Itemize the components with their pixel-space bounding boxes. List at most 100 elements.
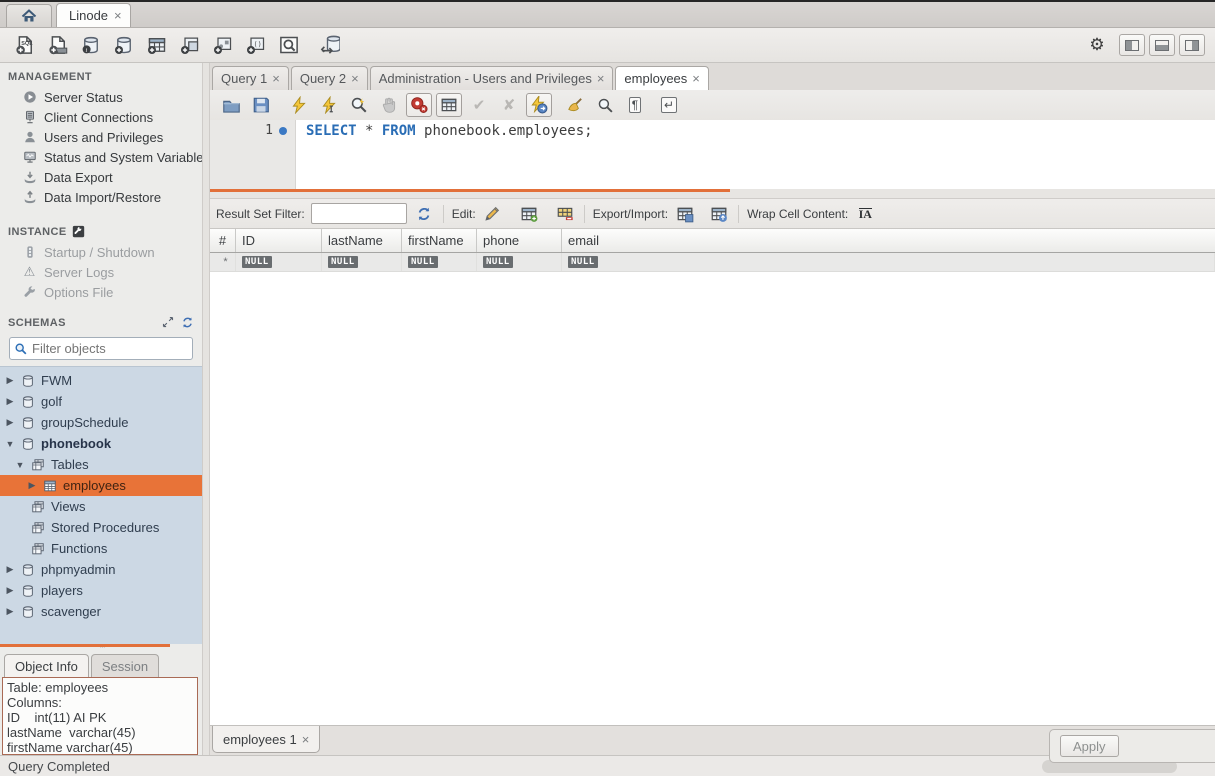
chevron-right-icon[interactable]	[27, 480, 37, 491]
cell-firstname[interactable]: NULL	[402, 253, 477, 271]
close-icon[interactable]	[302, 733, 310, 746]
close-icon[interactable]	[692, 72, 700, 85]
save-script-icon[interactable]	[248, 93, 274, 117]
new-procedure-button[interactable]	[208, 32, 238, 58]
column-header-firstname[interactable]: firstName	[402, 229, 477, 252]
sidebar-item-users-privileges[interactable]: Users and Privileges	[0, 127, 202, 147]
sidebar-item-server-status[interactable]: Server Status	[0, 87, 202, 107]
refresh-icon[interactable]	[181, 316, 194, 329]
tree-node-stored-procedures[interactable]: Stored Procedures	[0, 517, 202, 538]
search-data-button[interactable]	[274, 32, 304, 58]
chevron-right-icon[interactable]	[5, 564, 15, 575]
tree-node-groupschedule[interactable]: groupSchedule	[0, 412, 202, 433]
tree-node-employees[interactable]: employees	[0, 475, 202, 496]
column-header-id[interactable]: ID	[236, 229, 322, 252]
schema-filter-input[interactable]	[32, 341, 188, 356]
close-icon[interactable]	[597, 72, 605, 85]
beautify-icon[interactable]	[562, 93, 588, 117]
column-header-lastname[interactable]: lastName	[322, 229, 402, 252]
edit-pencil-icon[interactable]	[482, 203, 504, 225]
tree-node-tables[interactable]: Tables	[0, 454, 202, 475]
sidebar-item-data-import[interactable]: Data Import/Restore	[0, 187, 202, 207]
add-row-icon[interactable]	[518, 203, 540, 225]
close-icon[interactable]	[114, 9, 122, 22]
new-view-button[interactable]	[175, 32, 205, 58]
column-header-phone[interactable]: phone	[477, 229, 562, 252]
close-icon[interactable]	[272, 72, 280, 85]
commit-icon[interactable]: ✔	[466, 93, 492, 117]
tab-session[interactable]: Session	[91, 654, 159, 677]
delete-row-icon[interactable]	[554, 203, 576, 225]
chevron-right-icon[interactable]	[5, 417, 15, 428]
tree-node-players[interactable]: players	[0, 580, 202, 601]
chevron-right-icon[interactable]	[5, 396, 15, 407]
sidebar-resize-handle[interactable]	[202, 63, 210, 755]
tree-node-fwm[interactable]: FWM	[0, 370, 202, 391]
tab-object-info[interactable]: Object Info	[4, 654, 89, 677]
find-icon[interactable]	[592, 93, 618, 117]
stop-icon[interactable]	[376, 93, 402, 117]
autocommit-icon[interactable]	[526, 93, 552, 117]
open-sql-file-button[interactable]	[43, 32, 73, 58]
refresh-icon[interactable]	[413, 203, 435, 225]
cell-id[interactable]: NULL	[236, 253, 322, 271]
chevron-down-icon[interactable]	[15, 460, 25, 470]
new-function-button[interactable]: ()	[241, 32, 271, 58]
connection-tab-linode[interactable]: Linode	[56, 3, 131, 27]
tree-node-phpmyadmin[interactable]: phpmyadmin	[0, 559, 202, 580]
tree-node-phonebook[interactable]: phonebook	[0, 433, 202, 454]
apply-button[interactable]: Apply	[1060, 735, 1119, 757]
export-grid-icon[interactable]	[674, 203, 696, 225]
sidebar-splitter[interactable]: ∙∙∙	[0, 644, 202, 651]
chevron-right-icon[interactable]	[5, 375, 15, 386]
tree-node-golf[interactable]: golf	[0, 391, 202, 412]
cell-lastname[interactable]: NULL	[322, 253, 402, 271]
result-filter-input[interactable]	[311, 203, 407, 224]
tree-node-functions[interactable]: Functions	[0, 538, 202, 559]
expand-icon[interactable]	[162, 316, 174, 328]
chevron-right-icon[interactable]	[5, 606, 15, 617]
reconnect-db-button[interactable]	[315, 32, 345, 58]
limit-rows-icon[interactable]	[436, 93, 462, 117]
schema-inspector-button[interactable]: i	[76, 32, 106, 58]
wrap-text-icon[interactable]: ↵	[656, 93, 682, 117]
invisible-chars-icon[interactable]: ¶	[622, 93, 648, 117]
tab-employees[interactable]: employees	[615, 66, 708, 90]
chevron-right-icon[interactable]	[5, 585, 15, 596]
toggle-output-area-button[interactable]	[1149, 34, 1175, 56]
tab-query-1[interactable]: Query 1	[212, 66, 289, 90]
tab-administration[interactable]: Administration - Users and Privileges	[370, 66, 614, 90]
new-table-button[interactable]	[142, 32, 172, 58]
new-query-tab-button[interactable]: SQL	[10, 32, 40, 58]
tree-node-scavenger[interactable]: scavenger	[0, 601, 202, 622]
cell-email[interactable]: NULL	[562, 253, 1215, 271]
execute-current-icon[interactable]	[316, 93, 342, 117]
execute-icon[interactable]	[286, 93, 312, 117]
sidebar-item-client-connections[interactable]: Client Connections	[0, 107, 202, 127]
result-grid-body[interactable]	[210, 272, 1215, 725]
new-schema-button[interactable]	[109, 32, 139, 58]
stop-on-error-icon[interactable]	[406, 93, 432, 117]
sql-code-line[interactable]: SELECT * FROM phonebook.employees;	[296, 120, 593, 189]
import-grid-icon[interactable]	[708, 203, 730, 225]
sidebar-item-server-logs[interactable]: ⚠ Server Logs	[0, 262, 202, 282]
chevron-down-icon[interactable]	[5, 439, 15, 449]
close-icon[interactable]	[351, 72, 359, 85]
rollback-icon[interactable]: ✘	[496, 93, 522, 117]
tab-result-employees-1[interactable]: employees 1	[212, 726, 320, 753]
sidebar-item-data-export[interactable]: Data Export	[0, 167, 202, 187]
preferences-icon[interactable]: ⚙	[1082, 32, 1112, 58]
open-script-icon[interactable]	[218, 93, 244, 117]
editor-result-splitter[interactable]	[210, 189, 1215, 199]
cell-phone[interactable]: NULL	[477, 253, 562, 271]
sidebar-item-startup-shutdown[interactable]: Startup / Shutdown	[0, 242, 202, 262]
sidebar-item-options-file[interactable]: Options File	[0, 282, 202, 302]
table-row[interactable]: * NULL NULL NULL NULL NULL	[210, 253, 1215, 272]
tab-query-2[interactable]: Query 2	[291, 66, 368, 90]
sidebar-item-status-variables[interactable]: Status and System Variables	[0, 147, 202, 167]
home-tab[interactable]	[6, 4, 52, 27]
column-header-hash[interactable]: #	[210, 229, 236, 252]
toggle-sidebar-button[interactable]	[1119, 34, 1145, 56]
toggle-secondary-sidebar-button[interactable]	[1179, 34, 1205, 56]
sql-editor[interactable]: 1 SELECT * FROM phonebook.employees;	[210, 120, 1215, 189]
